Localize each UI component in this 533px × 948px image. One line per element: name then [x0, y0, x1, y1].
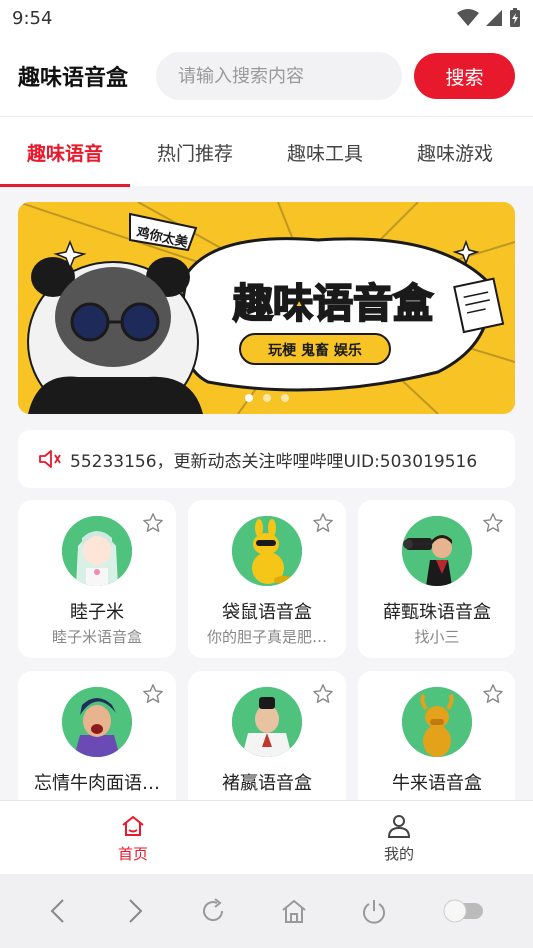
- refresh-icon[interactable]: [199, 897, 227, 925]
- ancient-scholar-avatar: [232, 687, 302, 757]
- banner-pagination: [18, 394, 515, 402]
- wifi-icon: [457, 9, 479, 26]
- banner-title: 趣味语音盒: [233, 281, 434, 327]
- camera-man-avatar: [402, 516, 472, 586]
- notice-bar[interactable]: 55233156，更新动态关注哔哩哔哩UID:503019516: [18, 430, 515, 488]
- voice-box-subtitle: 睦子米语音盒: [51, 628, 142, 646]
- back-arrow-icon[interactable]: [46, 897, 70, 925]
- banner-dot[interactable]: [244, 394, 253, 402]
- voice-box-subtitle: 你的胆子真是肥…: [206, 628, 327, 646]
- system-navigation-bar: [0, 874, 533, 948]
- voice-box-grid: 睦子米 睦子米语音盒 袋鼠语音盒 你的胆子真是肥… 薛甄珠语音盒 找小三 忘情牛…: [18, 500, 515, 800]
- toggle-switch-icon[interactable]: [441, 897, 487, 925]
- kangaroo-avatar: [232, 516, 302, 586]
- battery-icon: [510, 8, 520, 27]
- home-icon: [122, 815, 144, 836]
- banner-tagline: 玩梗 鬼畜 娱乐: [268, 342, 362, 359]
- speaker-icon: [39, 450, 61, 468]
- banner-dot[interactable]: [262, 394, 271, 402]
- favorite-star-icon[interactable]: [142, 683, 164, 705]
- notice-text: 55233156，更新动态关注哔哩哔哩UID:503019516: [70, 451, 478, 472]
- nav-profile[interactable]: 我的: [266, 801, 532, 875]
- shouting-man-avatar: [62, 687, 132, 757]
- status-time: 9:54: [12, 7, 53, 29]
- signal-icon: [486, 10, 502, 26]
- category-tabs: 趣味语音 热门推荐 趣味工具 趣味游戏: [0, 116, 533, 187]
- voice-box-name: 褚嬴语音盒: [222, 773, 312, 794]
- system-status-icons: [457, 8, 521, 28]
- bull-avatar: [402, 687, 472, 757]
- app-title: 趣味语音盒: [18, 66, 129, 91]
- tab-fun-tools[interactable]: 趣味工具: [260, 117, 390, 187]
- forward-arrow-icon[interactable]: [123, 897, 147, 925]
- bottom-navigation: 首页 我的: [0, 800, 533, 874]
- favorite-star-icon[interactable]: [312, 683, 334, 705]
- nav-profile-label: 我的: [383, 844, 414, 863]
- app-header: 趣味语音盒 搜索: [0, 36, 533, 116]
- voice-box-card[interactable]: 睦子米 睦子米语音盒: [18, 500, 176, 658]
- user-icon: [387, 814, 411, 838]
- voice-box-name: 袋鼠语音盒: [222, 602, 312, 623]
- favorite-star-icon[interactable]: [312, 512, 334, 534]
- nav-home-label: 首页: [117, 844, 148, 863]
- voice-box-name: 忘情牛肉面语…: [34, 773, 160, 794]
- voice-box-card[interactable]: 忘情牛肉面语…: [18, 671, 176, 800]
- voice-box-subtitle: 找小三: [414, 628, 460, 646]
- banner-illustration: 鸡你太美 趣味语音盒 玩梗 鬼畜 娱乐: [18, 202, 515, 414]
- search-button[interactable]: 搜索: [414, 53, 515, 99]
- voice-box-card[interactable]: 牛来语音盒: [358, 671, 515, 800]
- favorite-star-icon[interactable]: [482, 512, 504, 534]
- voice-box-card[interactable]: 袋鼠语音盒 你的胆子真是肥…: [188, 500, 346, 658]
- voice-box-name: 薛甄珠语音盒: [383, 602, 491, 623]
- tab-fun-games[interactable]: 趣味游戏: [390, 117, 520, 187]
- anime-girl-avatar: [62, 516, 132, 586]
- power-icon[interactable]: [360, 897, 388, 925]
- tab-fun-voice[interactable]: 趣味语音: [0, 117, 130, 187]
- status-bar: 9:54: [0, 0, 533, 36]
- search-input[interactable]: [156, 52, 402, 100]
- voice-box-card[interactable]: 薛甄珠语音盒 找小三: [358, 500, 515, 658]
- banner-dot[interactable]: [280, 394, 289, 402]
- promo-banner[interactable]: 鸡你太美 趣味语音盒 玩梗 鬼畜 娱乐: [18, 202, 515, 414]
- favorite-star-icon[interactable]: [142, 512, 164, 534]
- tab-hot-recommend[interactable]: 热门推荐: [130, 117, 260, 187]
- voice-box-card[interactable]: 褚嬴语音盒: [188, 671, 346, 800]
- nav-home[interactable]: 首页: [0, 801, 266, 875]
- voice-box-name: 牛来语音盒: [392, 773, 482, 794]
- home-outline-icon[interactable]: [280, 897, 308, 925]
- favorite-star-icon[interactable]: [482, 683, 504, 705]
- voice-box-name: 睦子米: [70, 602, 124, 623]
